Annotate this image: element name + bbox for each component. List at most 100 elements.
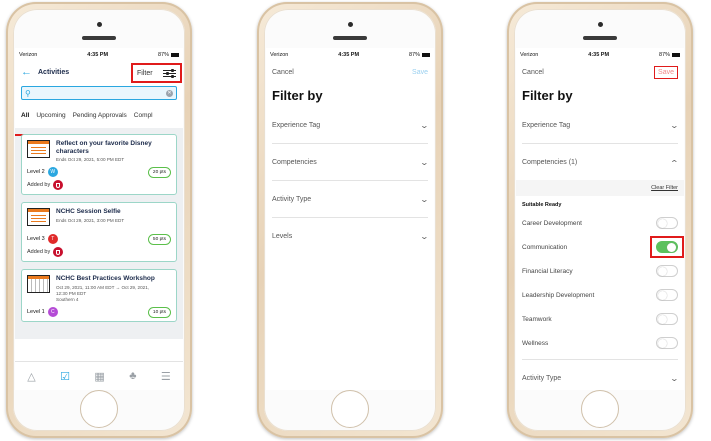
- filter-row-activity-type[interactable]: Activity Type ⌄: [522, 359, 680, 390]
- page-title: Activities: [38, 68, 70, 76]
- toggle-switch[interactable]: [656, 217, 678, 229]
- activity-card[interactable]: NCHC Session Selfie Ends Oct 29, 2021, 3…: [21, 202, 177, 263]
- clock: 4:35 PM: [338, 52, 360, 58]
- shield-icon: [53, 180, 64, 191]
- activities-header: ← Activities Filter: [15, 62, 183, 83]
- battery-icon: [170, 52, 179, 57]
- level-label: Level 3: [27, 236, 45, 243]
- chevron-down-icon: ⌄: [419, 157, 430, 167]
- shield-icon: [53, 247, 64, 258]
- filter-label: Filter: [137, 69, 153, 77]
- status-bar: Verizon 4:35 PM 87%: [15, 48, 183, 62]
- chevron-down-icon: ⌄: [419, 231, 430, 241]
- user-badge: T: [47, 234, 58, 245]
- home-button[interactable]: [331, 390, 369, 428]
- search-icon: ⚲: [25, 88, 31, 98]
- phone-activities: Verizon 4:35 PM 87% ← Activities Filter …: [6, 2, 192, 438]
- toggle-row-communication: Communication: [516, 235, 684, 259]
- filter-header: Cancel Save: [516, 62, 684, 82]
- sliders-icon: [163, 68, 176, 78]
- filter-row-label: Competencies: [272, 158, 317, 166]
- toggle-switch[interactable]: [656, 313, 678, 325]
- phone-filter-expanded: Verizon 4:35 PM 87% Cancel Save Filter b…: [507, 2, 693, 438]
- home-button[interactable]: [80, 390, 118, 428]
- tab-upcoming[interactable]: Upcoming: [36, 112, 65, 128]
- toggle-switch[interactable]: [656, 241, 678, 253]
- calendar-icon: [27, 275, 50, 294]
- level-row: Level 1 C 10 pts: [27, 306, 171, 318]
- activity-document-icon: [27, 208, 50, 227]
- clear-search-icon[interactable]: ✕: [166, 89, 173, 97]
- clock: 4:35 PM: [588, 52, 610, 58]
- battery: 87%: [659, 52, 680, 58]
- toggle-label: Career Development: [522, 219, 582, 227]
- cancel-button[interactable]: Cancel: [522, 69, 544, 76]
- toggle-label: Leadership Development: [522, 291, 595, 299]
- activity-date: Ends Oct 29, 2021, 5:00 PM EDT: [56, 157, 125, 163]
- filter-row-competencies[interactable]: Competencies (1) ⌄: [522, 144, 680, 180]
- filter-row-levels[interactable]: Levels ⌄: [272, 218, 430, 254]
- cancel-button[interactable]: Cancel: [272, 69, 294, 76]
- toggle-row-leadership-development: Leadership Development: [516, 283, 684, 307]
- battery-icon: [421, 52, 430, 57]
- speaker: [333, 36, 367, 40]
- carrier: Verizon: [19, 52, 38, 58]
- status-bar: Verizon 4:35 PM 87%: [516, 48, 684, 62]
- save-button[interactable]: Save: [654, 65, 678, 79]
- home-icon[interactable]: △: [27, 370, 35, 383]
- points-badge: 10 pts: [147, 306, 171, 318]
- screen-filter-collapsed: Verizon 4:35 PM 87% Cancel Save Filter b…: [266, 48, 434, 390]
- notifications-icon[interactable]: ♣: [129, 370, 136, 382]
- search-input[interactable]: ⚲ ✕: [21, 86, 177, 100]
- battery: 87%: [158, 52, 179, 58]
- page-title: Filter by: [522, 88, 573, 103]
- activities-icon[interactable]: ☑: [60, 370, 70, 383]
- save-button[interactable]: Save: [412, 69, 428, 76]
- filter-row-label: Experience Tag: [522, 121, 571, 129]
- group-heading: Suitable Ready: [522, 202, 562, 208]
- chevron-down-icon: ⌄: [419, 120, 430, 130]
- camera: [347, 22, 353, 27]
- filter-row-competencies[interactable]: Competencies ⌄: [272, 144, 430, 181]
- filter-button[interactable]: Filter: [131, 63, 182, 83]
- tab-all[interactable]: All: [15, 112, 37, 136]
- activity-title: NCHC Session Selfie: [56, 208, 121, 216]
- tab-pending-approvals[interactable]: Pending Approvals: [73, 112, 127, 128]
- toggle-label: Wellness: [522, 339, 549, 347]
- filter-row-experience-tag[interactable]: Experience Tag ⌄: [272, 107, 430, 144]
- toggle-switch[interactable]: [656, 265, 678, 277]
- speaker: [583, 36, 617, 40]
- chevron-up-icon: ⌄: [669, 157, 680, 167]
- points-badge: 50 pts: [147, 233, 171, 245]
- screen-filter-expanded: Verizon 4:35 PM 87% Cancel Save Filter b…: [516, 48, 684, 390]
- filter-row-experience-tag[interactable]: Experience Tag ⌄: [522, 107, 680, 144]
- toggle-label: Financial Literacy: [522, 267, 573, 275]
- speaker: [82, 36, 116, 40]
- activity-card[interactable]: NCHC Best Practices Workshop Oct 29, 202…: [21, 269, 177, 323]
- clear-filter-link[interactable]: Clear Filter: [651, 185, 678, 191]
- chevron-down-icon: ⌄: [669, 120, 680, 130]
- toggle-highlight: [650, 236, 684, 258]
- filter-header: Cancel Save: [266, 62, 434, 82]
- filter-row-activity-type[interactable]: Activity Type ⌄: [272, 181, 429, 218]
- arrow-left-icon[interactable]: ←: [21, 66, 32, 78]
- menu-icon[interactable]: ☰: [161, 370, 171, 383]
- camera: [96, 22, 102, 27]
- status-bar: Verizon 4:35 PM 87%: [266, 48, 434, 62]
- activity-date: Oct 29, 2021, 11:00 AM EDT → Oct 29, 202…: [56, 284, 150, 290]
- battery-icon: [671, 52, 680, 57]
- chevron-down-icon: ⌄: [669, 373, 680, 383]
- activity-date: Ends Oct 29, 2021, 3:00 PM EDT: [56, 217, 125, 223]
- added-by-row: Added by: [27, 180, 171, 191]
- activity-card[interactable]: Reflect on your favorite Disney characte…: [21, 134, 177, 196]
- toggle-switch[interactable]: [656, 289, 678, 301]
- phone-filter-collapsed: Verizon 4:35 PM 87% Cancel Save Filter b…: [257, 2, 443, 438]
- tab-completed[interactable]: Compl: [134, 112, 153, 128]
- filter-row-label: Levels: [272, 232, 293, 240]
- qr-code-icon[interactable]: ▦: [94, 370, 104, 383]
- carrier: Verizon: [520, 52, 539, 58]
- toggle-row-wellness: Wellness: [516, 331, 684, 355]
- toggle-switch[interactable]: [656, 337, 678, 349]
- toggle-row-career-development: Career Development: [516, 211, 684, 235]
- home-button[interactable]: [581, 390, 619, 428]
